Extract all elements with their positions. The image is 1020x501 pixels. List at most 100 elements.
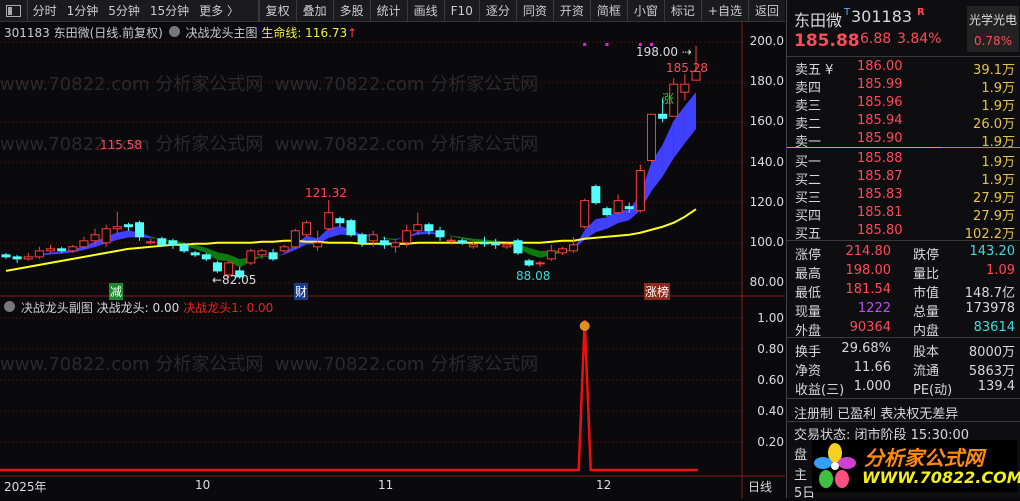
candle-body [269, 253, 277, 259]
candle-body [35, 251, 43, 257]
trend-band-segment [451, 236, 462, 239]
tag-rise[interactable]: 涨 [662, 90, 674, 107]
stat-row: 净资11.66流通5863万 [787, 360, 1020, 378]
candle-body [547, 251, 555, 259]
sub-y-tick-label: 0.20 [748, 435, 784, 449]
x-axis-label: 12 [596, 478, 611, 492]
site-logo: 分析家公式网 WWW.70822.COM [812, 440, 1017, 492]
last-price-label: 185.28 [666, 61, 708, 75]
tag-rank[interactable]: 涨榜 [644, 283, 670, 300]
tag-finance[interactable]: 财 [294, 283, 308, 300]
y-tick-label: 80.00 [748, 275, 784, 289]
candle-body [603, 209, 611, 215]
up-arrow-icon: ↑ [347, 26, 357, 40]
trend-band-segment [663, 120, 674, 176]
trend-band-segment [217, 252, 228, 261]
candle-body [481, 243, 489, 244]
main-chart-header: 301183 东田微(日线.前复权) 决战龙头主图 生命线: 116.73↑ [4, 24, 357, 41]
life-line-value: 生命线: 116.73 [261, 26, 347, 40]
candle-body [570, 245, 578, 251]
candle-body [147, 242, 155, 243]
candle-body [447, 240, 455, 241]
sub-y-tick-label: 0.40 [748, 404, 784, 418]
sub-y-tick-label: 1.00 [748, 311, 784, 325]
candle-body [503, 245, 511, 247]
candle-body [291, 231, 299, 247]
candle-body [592, 187, 600, 203]
candle-body [347, 221, 355, 235]
candle-body [24, 257, 32, 259]
stock-tags: 注册制 已盈利 表决权无差异 [787, 403, 1020, 421]
candle-body [325, 213, 333, 229]
candle-body [625, 207, 633, 209]
candle-body [202, 255, 210, 259]
candle-body [158, 239, 166, 245]
sub-value-2: 决战龙头1: 0.00 [183, 301, 273, 315]
candle-body [13, 257, 21, 259]
stat-row: 涨停214.80跌停143.20 [787, 244, 1020, 262]
candle-body [647, 114, 655, 160]
trend-band-segment [529, 248, 540, 258]
candle-body [425, 225, 433, 231]
tag-reduce[interactable]: 减 [109, 283, 123, 300]
bid-row: 买五185.80102.2万 [787, 223, 1020, 241]
candle-body [58, 249, 66, 251]
stat-row: 现量1222总量173978 [787, 301, 1020, 319]
signal-marker-icon [580, 321, 590, 331]
candle-body [69, 247, 77, 251]
indicator-dropdown-icon[interactable] [169, 26, 180, 37]
low-label: 88.08 [516, 269, 550, 283]
candle-body [414, 225, 422, 231]
ask-row: 卖四185.991.9万 [787, 77, 1020, 95]
trend-band-segment [117, 230, 128, 240]
candle-body [258, 251, 266, 255]
quote-panel: 东田微 T 301183 R 光学光电 0.78% 185.88 6.88 3.… [786, 0, 1020, 498]
period-label[interactable]: 日线 [748, 478, 772, 495]
trend-band-segment [596, 217, 607, 232]
signal-line [0, 320, 698, 470]
candle-body [180, 245, 188, 251]
bid-row: 买二185.871.9万 [787, 169, 1020, 187]
candle-body [636, 171, 644, 211]
indicator-dropdown-icon[interactable] [4, 301, 15, 312]
price-row: 185.88 6.88 3.84% [787, 31, 1020, 53]
x-axis-label: 11 [378, 478, 393, 492]
stat-row: 最高198.00量比1.09 [787, 263, 1020, 281]
candle-body [336, 219, 344, 223]
sub-y-tick-label: 0.80 [748, 342, 784, 356]
candle-body [436, 231, 444, 237]
trend-band-segment [51, 252, 62, 255]
candle-body [247, 251, 255, 263]
candle-body [392, 243, 400, 247]
candle-body [47, 249, 55, 251]
stat-row: 换手29.68%股本8000万 [787, 341, 1020, 359]
candle-body [514, 241, 522, 253]
candle-body [492, 243, 500, 245]
candle-body [469, 245, 477, 247]
trend-band-segment [418, 231, 429, 234]
bid-row: 买一185.881.9万 [787, 151, 1020, 169]
main-indicator-name[interactable]: 决战龙头主图 [185, 26, 257, 40]
candle-body [536, 263, 544, 264]
trend-band-segment [473, 239, 484, 243]
candle-body [91, 235, 99, 241]
candle-body [113, 227, 121, 229]
stat-row: 收益(三)1.000PE(动)139.4 [787, 379, 1020, 397]
signal-dot [583, 43, 586, 46]
candle-body [525, 261, 533, 265]
candle-body [369, 235, 377, 241]
trend-band-segment [195, 245, 206, 253]
stat-row: 最低181.54市值148.7亿 [787, 282, 1020, 300]
sub-chart-header: 决战龙头副图 决战龙头: 0.00 决战龙头1: 0.00 [4, 299, 273, 316]
sub-indicator-name[interactable]: 决战龙头副图 [21, 301, 93, 315]
trend-band-segment [384, 238, 395, 241]
candle-body [358, 235, 366, 243]
candle-body [2, 255, 10, 257]
signal-dot [605, 43, 608, 46]
chart-title: 301183 东田微(日线.前复权) [4, 26, 163, 40]
y-tick-label: 120.0 [748, 195, 784, 209]
y-tick-label: 100.0 [748, 235, 784, 249]
candle-body [558, 249, 566, 253]
y-tick-label: 140.0 [748, 155, 784, 169]
candle-body [614, 201, 622, 213]
